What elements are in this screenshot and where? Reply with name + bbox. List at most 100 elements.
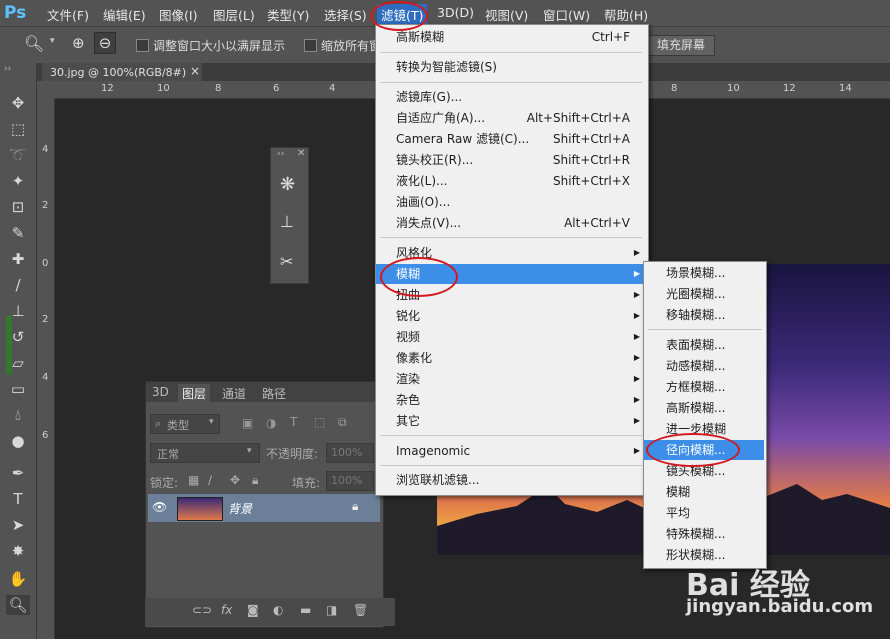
gradient-tool-icon[interactable]: ▭	[6, 379, 30, 399]
zoom-tool-icon[interactable]: 🔍︎	[24, 34, 44, 53]
zoom-in-icon[interactable]: ⊕	[72, 34, 85, 52]
type-filter-icon[interactable]: T	[290, 415, 297, 429]
menu-item-liquify[interactable]: 液化(L)... Shift+Ctrl+X	[376, 171, 646, 191]
link-layers-icon[interactable]: ⊂⊃	[192, 603, 212, 617]
submenu-item-motion-blur[interactable]: 动感模糊...	[644, 356, 764, 376]
resize-windows-checkbox[interactable]	[136, 39, 149, 52]
menu-item-convert-smart-filter[interactable]: 转换为智能滤镜(S)	[376, 57, 646, 77]
submenu-item-blur[interactable]: 模糊	[644, 482, 764, 502]
close-icon[interactable]: ✕	[297, 148, 305, 159]
fill-input[interactable]: 100%	[326, 471, 374, 491]
hand-tool-icon[interactable]: ✋	[6, 569, 30, 589]
adjustment-layer-icon[interactable]: ◐	[273, 603, 283, 617]
blend-mode-select[interactable]: 正常 ▾	[150, 443, 260, 463]
blur-tool-icon[interactable]: 💧︎	[6, 405, 30, 425]
magic-wand-tool-icon[interactable]: ✦	[6, 171, 30, 191]
healing-brush-tool-icon[interactable]: ✚	[6, 249, 30, 269]
document-tab[interactable]: 30.jpg @ 100%(RGB/8#) ×	[42, 63, 202, 81]
crop-tool-icon[interactable]: ⊡	[6, 197, 30, 217]
zoom-out-icon[interactable]: ⊖	[94, 32, 116, 54]
menu-item-camera-raw[interactable]: Camera Raw 滤镜(C)... Shift+Ctrl+A	[376, 129, 646, 149]
menu-type[interactable]: 类型(Y)	[267, 5, 309, 24]
new-layer-icon[interactable]: ◨	[326, 603, 337, 617]
dodge-tool-icon[interactable]: ●	[6, 431, 30, 451]
lock-all-icon[interactable]: 🔒︎	[252, 473, 258, 488]
zoom-all-checkbox[interactable]	[304, 39, 317, 52]
submenu-item-box-blur[interactable]: 方框模糊...	[644, 377, 764, 397]
smart-object-filter-icon[interactable]: ⧉	[338, 415, 347, 430]
brush-tool-icon[interactable]: ∕	[6, 275, 30, 295]
marquee-tool-icon[interactable]: ⬚	[6, 119, 30, 139]
menu-item-gaussian-blur-last[interactable]: 高斯模糊 Ctrl+F	[376, 27, 646, 47]
submenu-item-tilt-shift[interactable]: 移轴模糊...	[644, 305, 764, 325]
close-icon[interactable]: ×	[190, 64, 200, 78]
submenu-item-iris-blur[interactable]: 光圈模糊...	[644, 284, 764, 304]
submenu-item-average[interactable]: 平均	[644, 503, 764, 523]
menu-edit[interactable]: 编辑(E)	[103, 5, 146, 24]
submenu-item-field-blur[interactable]: 场景模糊...	[644, 263, 764, 283]
menu-item-filter-gallery[interactable]: 滤镜库(G)...	[376, 87, 646, 107]
menu-item-label: 消失点(V)...	[396, 216, 462, 230]
menu-item-browse-online[interactable]: 浏览联机滤镜...	[376, 470, 646, 490]
submenu-item-smart-blur[interactable]: 特殊模糊...	[644, 524, 764, 544]
clone-source-icon[interactable]: ⊥	[280, 212, 294, 231]
menu-image[interactable]: 图像(I)	[159, 5, 197, 24]
menu-item-vanishing-point[interactable]: 消失点(V)... Alt+Ctrl+V	[376, 213, 646, 233]
menu-3d[interactable]: 3D(D)	[437, 5, 474, 20]
menu-item-sharpen[interactable]: 锐化 ▶	[376, 306, 646, 326]
new-group-icon[interactable]: ▬	[300, 603, 311, 617]
expand-icon[interactable]: ››	[277, 149, 284, 159]
move-tool-icon[interactable]: ✥	[6, 93, 30, 113]
expand-icon[interactable]: ››	[4, 64, 11, 74]
eye-icon[interactable]: 👁︎	[152, 500, 167, 514]
menu-layer[interactable]: 图层(L)	[213, 5, 255, 24]
menu-view[interactable]: 视图(V)	[485, 5, 528, 24]
opacity-input[interactable]: 100%	[326, 443, 374, 463]
type-tool-icon[interactable]: T	[6, 489, 30, 509]
brush-settings-icon[interactable]: ❋	[280, 174, 295, 195]
layer-row[interactable]: 👁︎ 背景 🔒︎	[148, 494, 380, 522]
menu-item-imagenomic[interactable]: Imagenomic ▶	[376, 441, 646, 461]
submenu-item-gaussian-blur[interactable]: 高斯模糊...	[644, 398, 764, 418]
chevron-down-icon[interactable]: ▾	[50, 36, 55, 46]
menu-item-pixelate[interactable]: 像素化 ▶	[376, 348, 646, 368]
adjustment-filter-icon[interactable]: ◑	[266, 416, 276, 430]
zoom-tool-icon[interactable]: 🔍︎	[6, 595, 30, 615]
tool-presets-icon[interactable]: ✂	[280, 252, 293, 271]
custom-shape-tool-icon[interactable]: ✸	[6, 541, 30, 561]
lock-transparent-icon[interactable]: ▦	[188, 473, 199, 487]
tab-layers[interactable]: 图层	[178, 384, 211, 403]
menu-select[interactable]: 选择(S)	[324, 5, 367, 24]
fx-icon[interactable]: fx	[221, 603, 232, 617]
pixel-filter-icon[interactable]: ▣	[242, 416, 253, 430]
menu-window[interactable]: 窗口(W)	[543, 5, 590, 24]
submenu-arrow-icon: ▶	[633, 332, 640, 341]
menu-item-other[interactable]: 其它 ▶	[376, 411, 646, 431]
menu-item-lens-correction[interactable]: 镜头校正(R)... Shift+Ctrl+R	[376, 150, 646, 170]
layer-kind-filter[interactable]: ⌕ 类型 ▾	[150, 414, 220, 434]
lock-image-icon[interactable]: ∕	[208, 473, 212, 487]
fill-screen-button[interactable]: 填充屏幕	[647, 35, 715, 56]
menu-help[interactable]: 帮助(H)	[604, 5, 648, 24]
menu-item-oil-paint[interactable]: 油画(O)...	[376, 192, 646, 212]
menu-item-noise[interactable]: 杂色 ▶	[376, 390, 646, 410]
submenu-item-surface-blur[interactable]: 表面模糊...	[644, 335, 764, 355]
menu-item-render[interactable]: 渲染 ▶	[376, 369, 646, 389]
tab-paths[interactable]: 路径	[258, 384, 290, 403]
tab-3d[interactable]: 3D	[148, 384, 173, 400]
menu-item-adaptive-wide-angle[interactable]: 自适应广角(A)... Alt+Shift+Ctrl+A	[376, 108, 646, 128]
delete-layer-icon[interactable]: 🗑︎	[353, 603, 368, 617]
pen-tool-icon[interactable]: ✒	[6, 463, 30, 483]
eyedropper-tool-icon[interactable]: ✎	[6, 223, 30, 243]
menu-item-video[interactable]: 视频 ▶	[376, 327, 646, 347]
layers-panel-footer: ⊂⊃ fx ◙ ◐ ▬ ◨ 🗑︎	[145, 598, 395, 626]
path-selection-tool-icon[interactable]: ➤	[6, 515, 30, 535]
menu-file[interactable]: 文件(F)	[47, 5, 89, 24]
menu-item-label: 高斯模糊...	[666, 401, 726, 415]
add-mask-icon[interactable]: ◙	[247, 603, 259, 617]
lasso-tool-icon[interactable]: ➰	[6, 145, 30, 165]
tab-channels[interactable]: 通道	[218, 384, 250, 403]
shape-filter-icon[interactable]: ⬚	[314, 415, 325, 429]
menu-item-label: 杂色	[396, 393, 421, 407]
lock-position-icon[interactable]: ✥	[230, 473, 240, 487]
